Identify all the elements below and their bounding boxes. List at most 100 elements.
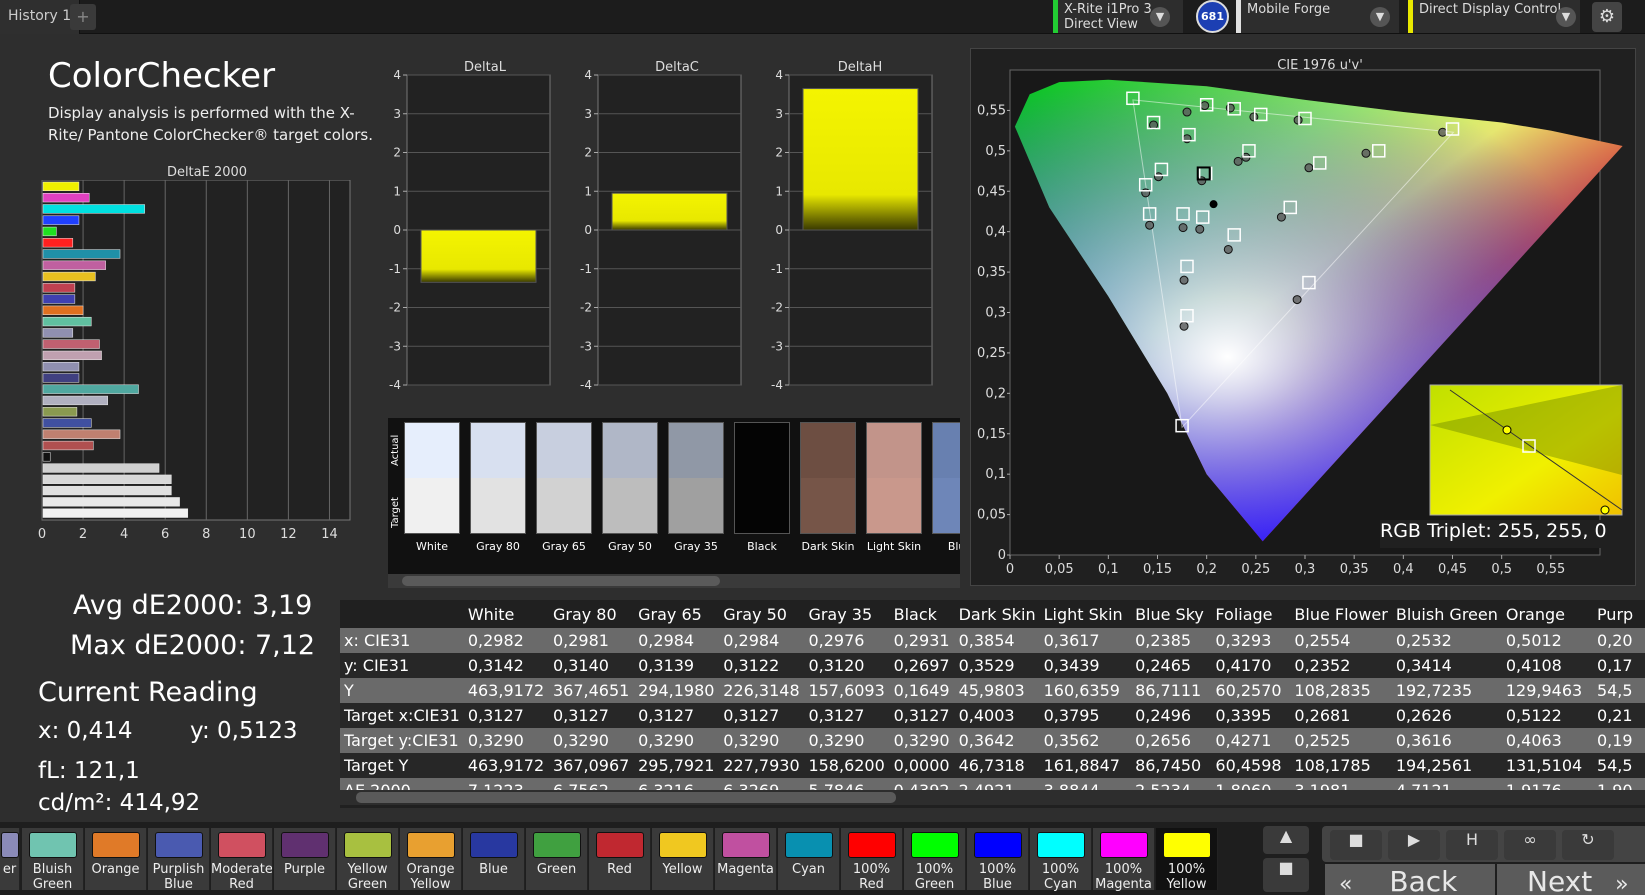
history-tab[interactable]: History 1: [0, 0, 81, 34]
table-cell: 294,1980: [634, 678, 720, 703]
column-header: Bluish Green: [1395, 604, 1498, 624]
swatch-button[interactable]: 100% Red: [841, 828, 903, 892]
stop-icon[interactable]: ■: [1330, 830, 1382, 860]
patch-item[interactable]: Light Skin: [866, 422, 922, 557]
swatch-label: 100% Magenta: [1095, 862, 1152, 892]
refresh-icon[interactable]: ↻: [1562, 830, 1614, 860]
patch-item[interactable]: Dark Skin: [800, 422, 856, 557]
table-cell: 86,7450: [1131, 753, 1212, 778]
chevron-down-icon[interactable]: ▼: [1150, 7, 1170, 27]
table-header-row: White Gray 80 Gray 65 Gray 50 Gray 35 Black Da…: [340, 600, 1645, 628]
swatch-button[interactable]: 100% Green: [904, 828, 966, 892]
scroll-thumb[interactable]: [402, 576, 720, 586]
play-icon[interactable]: ▶: [1388, 830, 1440, 860]
control-selector[interactable]: Direct Display Control: [1408, 0, 1580, 33]
deltae-bar: [42, 204, 145, 214]
swatch-chip: [973, 832, 1022, 858]
actual-point: [1438, 127, 1448, 137]
table-scrollbar[interactable]: [340, 790, 1645, 805]
table-row: y: CIE31 0,3142 0,3140 0,3139 0,3122 0,3120 0,…: [340, 653, 1645, 678]
swatch-button[interactable]: 100% Magenta: [1093, 828, 1155, 892]
table-cell: 0,2465: [1131, 653, 1212, 678]
swatch-button[interactable]: er: [0, 828, 20, 890]
deltae-bar: [42, 350, 102, 361]
patch-item[interactable]: Gray 65: [536, 422, 592, 557]
x-tick-label: 8: [202, 527, 210, 542]
double-chevron-left-icon: «: [1339, 872, 1353, 895]
patch-item[interactable]: Blue: [932, 422, 960, 557]
swatch-button[interactable]: Cyan: [778, 828, 840, 890]
swatch-button[interactable]: Green: [526, 828, 588, 890]
swatch-bar: er Bluish Green Orange Purplish Blue Moderat…: [0, 822, 1645, 895]
loop-icon[interactable]: ∞: [1504, 830, 1556, 860]
table-row: x: CIE31 0,2982 0,2981 0,2984 0,2984 0,2976 0,…: [340, 628, 1645, 653]
table-cell: 0,2532: [1391, 628, 1502, 653]
swatch-chip: [658, 832, 707, 858]
table-cell: 0,3127: [804, 703, 890, 728]
stop-square-icon[interactable]: ■: [1263, 858, 1309, 892]
swatch-button[interactable]: 100% Blue: [967, 828, 1029, 892]
deltae-bar: [42, 339, 100, 349]
table-cell: 0,3290: [889, 728, 955, 753]
sequence-badge[interactable]: 681: [1196, 0, 1229, 33]
table-cell: 0,1649: [889, 678, 955, 703]
swatch-label: 100% Cyan: [1041, 862, 1080, 892]
table-cell: 0,3290: [548, 728, 635, 753]
swatch-button[interactable]: Purple: [274, 828, 336, 890]
gear-icon[interactable]: ⚙: [1592, 2, 1622, 32]
deltae-bar: [42, 271, 96, 282]
deltae-bar: [42, 362, 80, 372]
chevron-down-icon[interactable]: ▼: [1556, 7, 1576, 27]
table-cell: 463,9172: [463, 678, 549, 703]
table-cell: 0,2626: [1391, 703, 1502, 728]
swatch-button[interactable]: Purplish Blue: [148, 828, 210, 892]
actual-point: [1233, 156, 1243, 166]
swatch-button[interactable]: Blue: [463, 828, 525, 890]
y-tick-label: -2: [771, 301, 783, 315]
table-cell: 0,2697: [889, 653, 955, 678]
swatch-button[interactable]: Bluish Green: [22, 828, 84, 892]
column-header: Light Skin: [1043, 604, 1123, 624]
patch-item[interactable]: White: [404, 422, 460, 557]
swatch-button[interactable]: Orange Yellow: [400, 828, 462, 892]
patch-item[interactable]: Gray 35: [668, 422, 724, 557]
column-header: Dark Skin: [958, 604, 1036, 624]
up-arrow-icon[interactable]: ▲: [1263, 826, 1309, 854]
x-tick-label: 0,3: [1295, 562, 1316, 577]
y-tick-label: -3: [580, 339, 592, 353]
patch-item[interactable]: Gray 80: [470, 422, 526, 557]
patch-item[interactable]: Black: [734, 422, 790, 557]
swatch-button[interactable]: Magenta: [715, 828, 777, 890]
swatch-button[interactable]: Orange: [85, 828, 147, 890]
patch-item[interactable]: Gray 50: [602, 422, 658, 557]
back-button[interactable]: « Back: [1325, 864, 1495, 895]
swatch-button[interactable]: 100% Yellow: [1156, 828, 1218, 892]
patch-scrollbar[interactable]: [388, 574, 960, 588]
x-tick-label: 4: [120, 527, 128, 542]
swatch-label: Purplish Blue: [152, 862, 205, 892]
row-label: Target y:CIE31: [340, 728, 464, 753]
swatch-button[interactable]: Yellow: [652, 828, 714, 890]
hold-icon[interactable]: H: [1446, 830, 1498, 860]
x-tick-label: 0,1: [1098, 562, 1119, 577]
swatch-button[interactable]: 100% Cyan: [1030, 828, 1092, 892]
next-label: Next: [1527, 865, 1593, 895]
deltae-bar: [42, 440, 94, 451]
next-button[interactable]: Next »: [1497, 864, 1645, 895]
chevron-down-icon[interactable]: ▼: [1370, 7, 1390, 27]
scroll-thumb[interactable]: [356, 792, 896, 803]
table-cell: 0,2984: [719, 628, 805, 653]
x-tick-label: 0: [1006, 562, 1014, 577]
swatch-button[interactable]: Red: [589, 828, 651, 890]
patch-actual: [536, 422, 592, 478]
y-tick-label: -2: [389, 301, 401, 315]
swatch-chip: [532, 832, 581, 858]
table-cell: 60,2570: [1211, 678, 1291, 703]
column-header: White: [467, 604, 515, 624]
y-tick-label: 4: [584, 70, 592, 82]
deltae-bar: [42, 294, 76, 304]
swatch-button[interactable]: Yellow Green: [337, 828, 399, 892]
y-tick-label: 0,05: [977, 508, 1006, 523]
add-tab-button[interactable]: +: [70, 4, 96, 30]
swatch-button[interactable]: Moderate Red: [211, 828, 273, 892]
